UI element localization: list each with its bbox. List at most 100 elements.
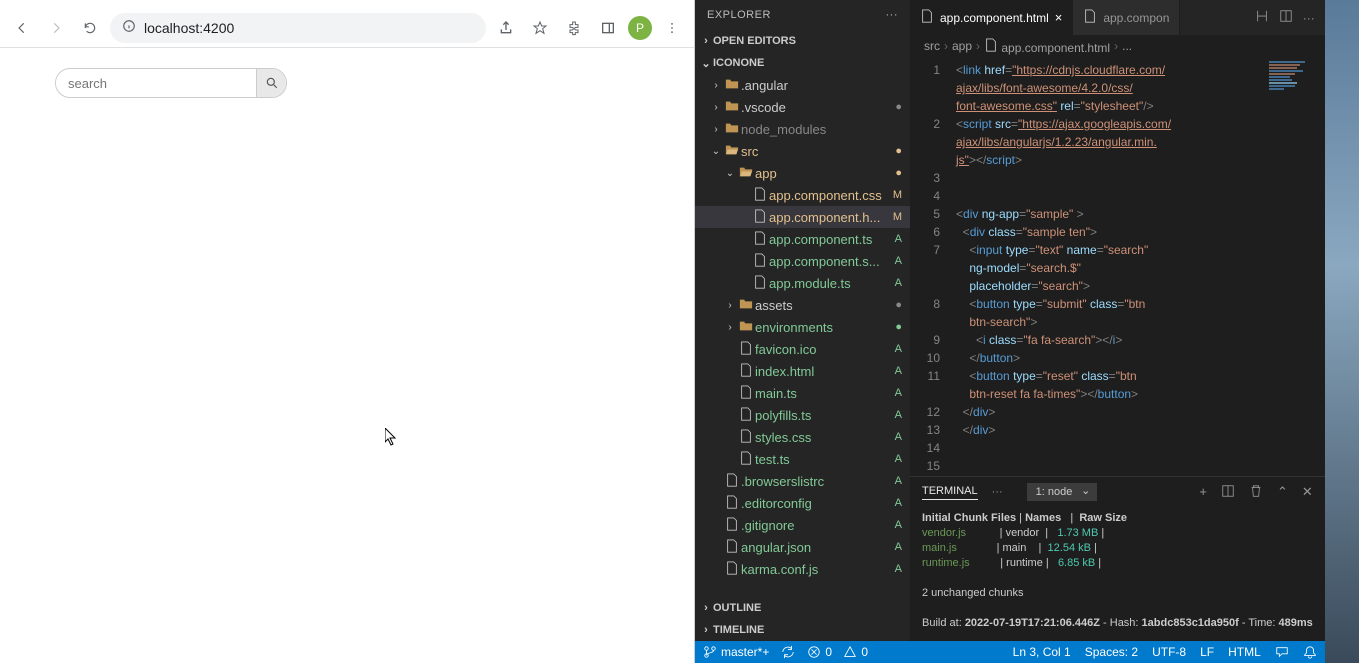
branch-indicator[interactable]: master*+ bbox=[703, 645, 769, 659]
new-terminal-icon[interactable]: + bbox=[1199, 484, 1207, 501]
encoding[interactable]: UTF-8 bbox=[1152, 645, 1186, 659]
tree-item[interactable]: ›environments● bbox=[695, 316, 910, 338]
terminal-overflow-icon[interactable]: ··· bbox=[992, 486, 1003, 498]
folder-icon bbox=[723, 77, 741, 94]
desktop-background bbox=[1325, 0, 1359, 663]
feedback-icon[interactable] bbox=[1275, 645, 1289, 659]
more-icon[interactable]: ··· bbox=[886, 9, 899, 21]
tree-item[interactable]: favicon.icoA bbox=[695, 338, 910, 360]
code-area[interactable]: <link href="https://cdnjs.cloudflare.com… bbox=[950, 57, 1265, 476]
reload-button[interactable] bbox=[76, 14, 104, 42]
tree-item[interactable]: test.tsA bbox=[695, 448, 910, 470]
tree-item-label: .editorconfig bbox=[741, 496, 891, 511]
status-bar: master*+ 0 0 Ln 3, Col 1 Spaces: 2 UTF-8… bbox=[695, 641, 1325, 663]
terminal-select[interactable]: 1: node bbox=[1027, 483, 1098, 501]
tree-item[interactable]: polyfills.tsA bbox=[695, 404, 910, 426]
tree-item[interactable]: main.tsA bbox=[695, 382, 910, 404]
tree-item[interactable]: ›.vscode● bbox=[695, 96, 910, 118]
cursor-position[interactable]: Ln 3, Col 1 bbox=[1013, 645, 1071, 659]
page-content bbox=[0, 48, 694, 663]
search-widget bbox=[55, 68, 287, 98]
share-icon[interactable] bbox=[492, 14, 520, 42]
mouse-cursor-icon bbox=[385, 428, 397, 446]
tree-item[interactable]: ⌄src● bbox=[695, 140, 910, 162]
tree-item-label: environments bbox=[755, 320, 891, 335]
tree-item-label: app.module.ts bbox=[769, 276, 891, 291]
tab-actions: ··· bbox=[1245, 0, 1325, 35]
breadcrumb-item[interactable]: app.component.html bbox=[984, 38, 1110, 55]
search-button[interactable] bbox=[256, 68, 286, 98]
explorer-sidebar: EXPLORER ··· ›OPEN EDITORS ⌄ICONONE ›.an… bbox=[695, 0, 910, 641]
tree-item[interactable]: .editorconfigA bbox=[695, 492, 910, 514]
git-decoration: M bbox=[893, 189, 902, 201]
tree-item[interactable]: app.component.tsA bbox=[695, 228, 910, 250]
sidepanel-icon[interactable] bbox=[594, 14, 622, 42]
section-timeline[interactable]: ›TIMELINE bbox=[695, 619, 910, 641]
git-decoration: A bbox=[895, 255, 902, 267]
menu-icon[interactable] bbox=[658, 14, 686, 42]
more-actions-icon[interactable]: ··· bbox=[1303, 11, 1315, 25]
section-open-editors[interactable]: ›OPEN EDITORS bbox=[695, 30, 910, 52]
eol[interactable]: LF bbox=[1200, 645, 1214, 659]
tree-item[interactable]: .browserslistrcA bbox=[695, 470, 910, 492]
problems-indicator[interactable]: 0 0 bbox=[807, 645, 868, 659]
notifications-icon[interactable] bbox=[1303, 645, 1317, 659]
bookmark-icon[interactable] bbox=[526, 14, 554, 42]
split-icon[interactable] bbox=[1279, 9, 1293, 26]
file-icon bbox=[723, 517, 741, 534]
site-info-icon[interactable] bbox=[122, 19, 136, 36]
tree-item-label: angular.json bbox=[741, 540, 891, 555]
tree-item[interactable]: app.module.tsA bbox=[695, 272, 910, 294]
tree-item[interactable]: index.htmlA bbox=[695, 360, 910, 382]
tree-item[interactable]: ›node_modules bbox=[695, 118, 910, 140]
tree-item[interactable]: ›assets● bbox=[695, 294, 910, 316]
breadcrumb-item[interactable]: ... bbox=[1122, 39, 1132, 53]
tree-item-label: .vscode bbox=[741, 100, 891, 115]
search-input[interactable] bbox=[56, 76, 256, 91]
indentation[interactable]: Spaces: 2 bbox=[1085, 645, 1138, 659]
url-text: localhost:4200 bbox=[144, 20, 234, 36]
file-icon bbox=[723, 473, 741, 490]
tree-item-label: .angular bbox=[741, 78, 902, 93]
tree-item[interactable]: .gitignoreA bbox=[695, 514, 910, 536]
split-terminal-icon[interactable] bbox=[1221, 484, 1235, 501]
profile-avatar[interactable]: P bbox=[628, 16, 652, 40]
url-box[interactable]: localhost:4200 bbox=[110, 13, 486, 43]
terminal-tab[interactable]: TERMINAL bbox=[922, 485, 978, 500]
sync-icon[interactable] bbox=[781, 645, 795, 659]
compare-icon[interactable] bbox=[1255, 9, 1269, 26]
editor-tab[interactable]: app.compon bbox=[1073, 0, 1180, 35]
editor-tab[interactable]: app.component.html× bbox=[910, 0, 1073, 35]
tree-item-label: styles.css bbox=[755, 430, 891, 445]
language-mode[interactable]: HTML bbox=[1228, 645, 1261, 659]
tree-item[interactable]: ›.angular bbox=[695, 74, 910, 96]
editor-body[interactable]: 123456789101112131415 <link href="https:… bbox=[910, 57, 1325, 476]
breadcrumb-item[interactable]: app bbox=[952, 39, 972, 53]
minimap[interactable] bbox=[1265, 57, 1325, 476]
tree-item[interactable]: app.component.cssM bbox=[695, 184, 910, 206]
back-button[interactable] bbox=[8, 14, 36, 42]
tree-item[interactable]: ⌄app● bbox=[695, 162, 910, 184]
terminal-body[interactable]: Initial Chunk Files | Names | Raw Sizeve… bbox=[910, 507, 1325, 641]
tree-item[interactable]: karma.conf.jsA bbox=[695, 558, 910, 580]
git-decoration: ● bbox=[895, 145, 902, 157]
forward-button[interactable] bbox=[42, 14, 70, 42]
git-decoration: A bbox=[895, 409, 902, 421]
close-panel-icon[interactable]: ✕ bbox=[1302, 484, 1313, 501]
breadcrumb-item[interactable]: src bbox=[924, 39, 940, 53]
tree-item-label: karma.conf.js bbox=[741, 562, 891, 577]
maximize-terminal-icon[interactable]: ⌃ bbox=[1277, 484, 1288, 501]
breadcrumb[interactable]: src›app› app.component.html›... bbox=[910, 35, 1325, 57]
tree-item[interactable]: styles.cssA bbox=[695, 426, 910, 448]
section-project[interactable]: ⌄ICONONE bbox=[695, 52, 910, 74]
git-decoration: A bbox=[895, 475, 902, 487]
extensions-icon[interactable] bbox=[560, 14, 588, 42]
tree-item[interactable]: angular.jsonA bbox=[695, 536, 910, 558]
section-outline[interactable]: ›OUTLINE bbox=[695, 597, 910, 619]
git-decoration: A bbox=[895, 453, 902, 465]
tree-item[interactable]: app.component.h...M bbox=[695, 206, 910, 228]
terminal-panel: TERMINAL ··· 1: node + ⌃ ✕ Initial Chunk… bbox=[910, 476, 1325, 641]
tree-item[interactable]: app.component.s...A bbox=[695, 250, 910, 272]
close-tab-icon[interactable]: × bbox=[1055, 10, 1063, 25]
kill-terminal-icon[interactable] bbox=[1249, 484, 1263, 501]
